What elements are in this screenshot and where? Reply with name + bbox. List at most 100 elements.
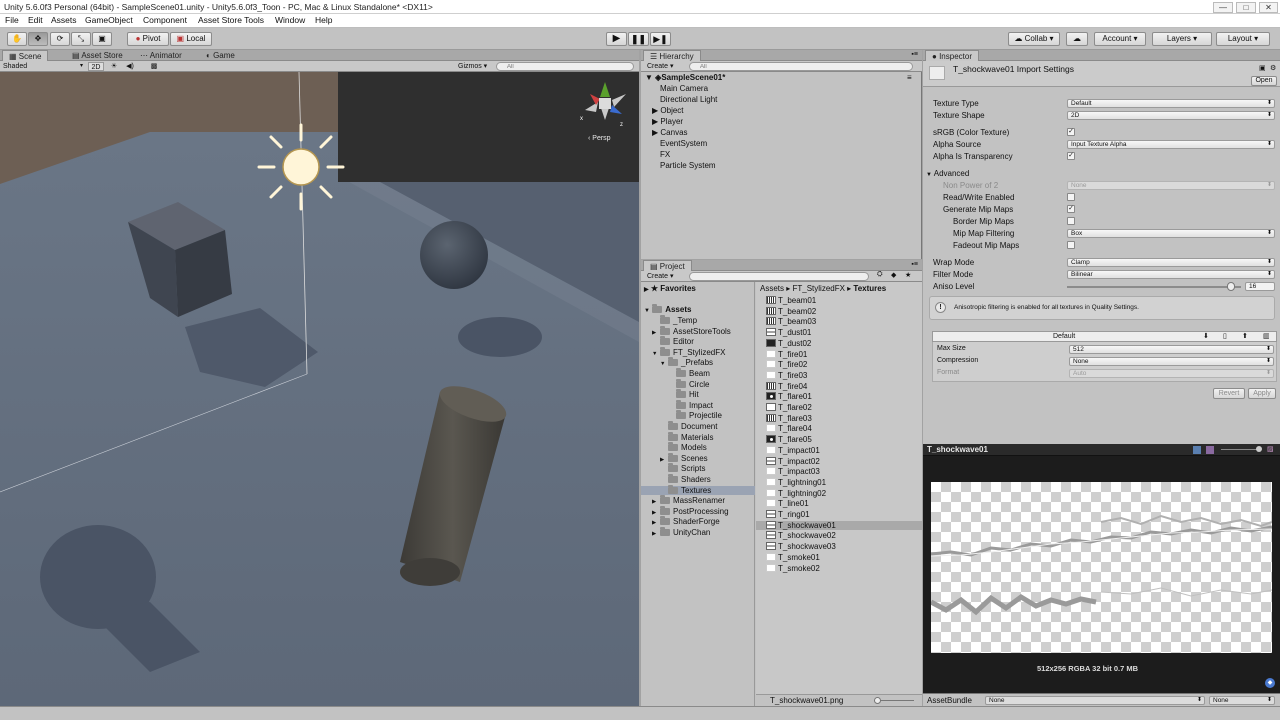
breadcrumb-ft-stylizedfx[interactable]: FT_StylizedFX (792, 284, 844, 293)
folder-item[interactable]: Textures (641, 484, 755, 495)
tab-game[interactable]: ◐ Game (200, 50, 241, 61)
folder-item[interactable]: ▶ PostProcessing (641, 505, 755, 516)
file-item[interactable]: T_fire04 (756, 381, 922, 391)
tab-hierarchy[interactable]: ☰ Hierarchy (643, 50, 701, 61)
hierarchy-item-object[interactable]: ▶ Object (652, 106, 684, 115)
layers-dropdown[interactable]: Layers ▾ (1152, 32, 1212, 46)
menu-component[interactable]: Component (143, 15, 187, 25)
filter-type-icon[interactable]: ⛭ (877, 271, 883, 279)
open-button[interactable]: Open (1251, 76, 1277, 86)
menu-help[interactable]: Help (315, 15, 332, 25)
file-item[interactable]: T_smoke01 (756, 552, 922, 562)
read-write-checkbox[interactable] (1067, 193, 1075, 201)
rgb-channel-icon[interactable] (1193, 446, 1201, 454)
hierarchy-item-particle-system[interactable]: Particle System (660, 161, 716, 170)
project-create-dropdown[interactable]: Create ▾ (647, 272, 673, 280)
folder-item[interactable]: Impact (641, 399, 755, 410)
folder-item[interactable]: ▼ _Prefabs (641, 357, 755, 367)
texture-shape-dropdown[interactable]: 2D ⬍ (1067, 111, 1275, 120)
file-item[interactable]: T_beam03 (756, 317, 922, 326)
scene-root[interactable]: ▼ ◈SampleScene01* ≡ (645, 73, 912, 82)
help-book-icon[interactable]: ▣ (1259, 64, 1266, 72)
file-item[interactable]: T_ring01 (756, 510, 922, 519)
file-item[interactable]: T_beam02 (756, 306, 922, 316)
alpha-channel-icon[interactable] (1206, 446, 1214, 454)
collab-dropdown[interactable]: ☁ Collab ▾ (1008, 32, 1060, 46)
rotate-tool-button[interactable]: ⟳ (50, 32, 70, 46)
pivot-toggle[interactable]: ● Pivot (127, 32, 169, 46)
panel-menu-icon[interactable]: ▪≡ (911, 261, 918, 268)
move-tool-button[interactable]: ✥ (28, 32, 48, 46)
hierarchy-item-fx[interactable]: FX (660, 150, 670, 159)
webgl-icon[interactable]: ▥ (1263, 332, 1270, 340)
icon-size-slider-thumb[interactable] (874, 697, 881, 704)
assetbundle-icon[interactable]: ◆ (1265, 678, 1275, 688)
rect-tool-button[interactable]: ▣ (92, 32, 112, 46)
menu-asset-store-tools[interactable]: Asset Store Tools (198, 15, 264, 25)
file-item[interactable]: T_flare02 (756, 403, 922, 412)
mip-filter-dropdown[interactable]: Box ⬍ (1067, 229, 1275, 238)
file-item[interactable]: T_fire02 (756, 360, 922, 369)
mip-level-icon[interactable]: ▨ (1267, 445, 1274, 453)
hierarchy-item-main-camera[interactable]: Main Camera (660, 84, 708, 93)
assets-root-item[interactable]: ▼ Assets (644, 304, 691, 314)
folder-item[interactable]: ▶ ShaderForge (641, 516, 755, 526)
folder-item[interactable]: Scripts (641, 463, 755, 473)
menu-file[interactable]: File (5, 15, 19, 25)
effects-dropdown[interactable]: ▩ (146, 62, 162, 71)
hand-tool-button[interactable]: ✋ (7, 32, 27, 46)
file-item[interactable]: T_smoke02 (756, 563, 922, 573)
folder-item[interactable]: Shaders (641, 474, 755, 484)
apply-button[interactable]: Apply (1248, 388, 1276, 399)
max-size-dropdown[interactable]: 512 ⬍ (1069, 345, 1274, 354)
file-item[interactable]: T_lightning02 (756, 488, 922, 498)
download-icon[interactable]: ⬇ (1203, 332, 1209, 340)
tab-asset-store[interactable]: ▤ Asset Store (66, 50, 129, 61)
tab-scene[interactable]: ▦ Scene (2, 50, 49, 61)
cloud-button[interactable]: ☁ (1066, 32, 1088, 46)
file-item[interactable]: T_lightning01 (756, 477, 922, 487)
file-item[interactable]: T_shockwave03 (756, 542, 922, 551)
scene-viewport[interactable]: x z ‹ Persp (0, 72, 639, 706)
folder-item[interactable]: ▶ MassRenamer (641, 495, 755, 505)
file-item[interactable]: T_flare01 (756, 392, 922, 401)
file-item[interactable]: T_shockwave01 (756, 520, 922, 530)
folder-item[interactable]: Projectile (641, 410, 755, 420)
menu-assets[interactable]: Assets (51, 15, 77, 25)
2d-toggle[interactable]: 2D (88, 62, 104, 71)
tab-inspector[interactable]: ● Inspector (925, 50, 979, 61)
hierarchy-item-eventsystem[interactable]: EventSystem (660, 139, 707, 148)
layout-dropdown[interactable]: Layout ▾ (1216, 32, 1270, 46)
account-dropdown[interactable]: Account ▾ (1094, 32, 1146, 46)
maximize-button[interactable]: □ (1236, 2, 1256, 13)
shading-mode-dropdown[interactable]: Shaded ▾ (3, 62, 83, 71)
file-item[interactable]: T_flare03 (756, 413, 922, 423)
scene-options-icon[interactable]: ≡ (907, 73, 912, 82)
hierarchy-create-dropdown[interactable]: Create ▾ (647, 62, 673, 70)
file-item[interactable]: T_fire01 (756, 349, 922, 359)
assetbundle-dropdown[interactable]: None ⬍ (985, 696, 1205, 705)
file-item[interactable]: T_dust02 (756, 338, 922, 348)
filter-mode-dropdown[interactable]: Bilinear ⬍ (1067, 270, 1275, 279)
scale-tool-button[interactable]: ⤡ (71, 32, 91, 46)
tab-project[interactable]: ▤ Project (643, 260, 692, 271)
folder-item[interactable]: ▼ FT_StylizedFX (641, 346, 755, 357)
file-item[interactable]: T_impact01 (756, 445, 922, 455)
expand-arrow-icon[interactable]: ▶ (652, 330, 660, 336)
hierarchy-item-canvas[interactable]: ▶ Canvas (652, 128, 688, 137)
expand-arrow-icon[interactable]: ▶ (652, 499, 660, 505)
texture-type-dropdown[interactable]: Default ⬍ (1067, 99, 1275, 108)
expand-arrow-icon[interactable]: ▶ (660, 457, 668, 463)
audio-toggle[interactable]: ◀) (124, 62, 136, 71)
folder-item[interactable]: Materials (641, 431, 755, 442)
assetbundle-variant-dropdown[interactable]: None ⬍ (1209, 696, 1275, 705)
file-item[interactable]: T_shockwave02 (756, 531, 922, 540)
folder-item[interactable]: ▶ Scenes (641, 452, 755, 463)
projection-label[interactable]: ‹ Persp (588, 135, 611, 142)
mip-slider-track[interactable] (1221, 449, 1261, 450)
fadeout-checkbox[interactable] (1067, 241, 1075, 249)
folder-item[interactable]: ▶ UnityChan (641, 527, 755, 537)
settings-gear-icon[interactable]: ⚙ (1270, 64, 1276, 72)
platform-tab-default[interactable]: Default (1053, 333, 1075, 340)
mip-slider-thumb[interactable] (1256, 446, 1262, 452)
